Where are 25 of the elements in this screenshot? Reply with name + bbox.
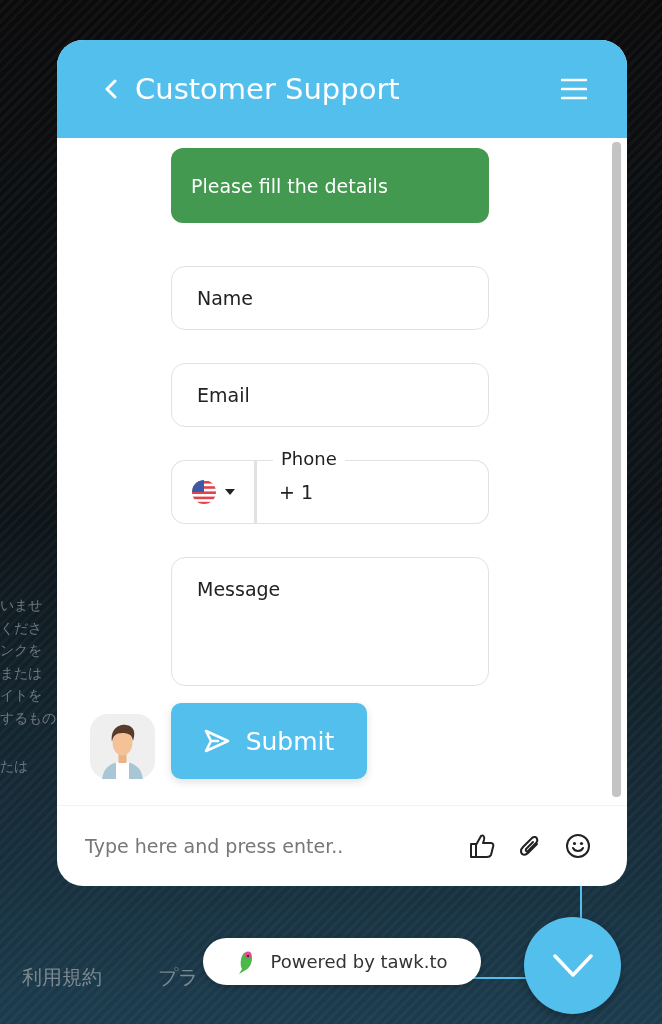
minimize-button[interactable] <box>524 917 621 1014</box>
footer-link[interactable]: 利用規約 <box>22 964 102 991</box>
text-field[interactable]: Name <box>171 266 489 330</box>
background-text: イトを <box>0 686 43 705</box>
chat-title: Customer Support <box>135 72 401 106</box>
thumbs-up-icon[interactable] <box>469 833 495 859</box>
scrollbar[interactable] <box>612 142 621 797</box>
text-field[interactable]: Email <box>171 363 489 427</box>
background-text: するもの <box>0 708 57 728</box>
footer-link[interactable]: プラ <box>158 964 198 991</box>
caret-icon <box>225 489 235 495</box>
message-field[interactable]: Message <box>171 557 489 686</box>
background-text: たは <box>0 757 29 776</box>
background-text: または <box>0 663 43 683</box>
form-banner: Please fill the details <box>171 148 489 223</box>
smiley-icon[interactable] <box>565 833 591 859</box>
send-icon <box>203 729 230 753</box>
powered-by-badge[interactable]: Powered by tawk.to <box>203 938 481 985</box>
submit-button[interactable]: Submit <box>171 703 367 779</box>
background-text: いませ <box>0 596 43 615</box>
chevron-down-icon <box>552 953 593 978</box>
background-text: ンクを <box>0 641 43 660</box>
avatar <box>90 713 155 779</box>
flag-icon <box>191 480 217 504</box>
background-text: くださ <box>0 618 43 638</box>
